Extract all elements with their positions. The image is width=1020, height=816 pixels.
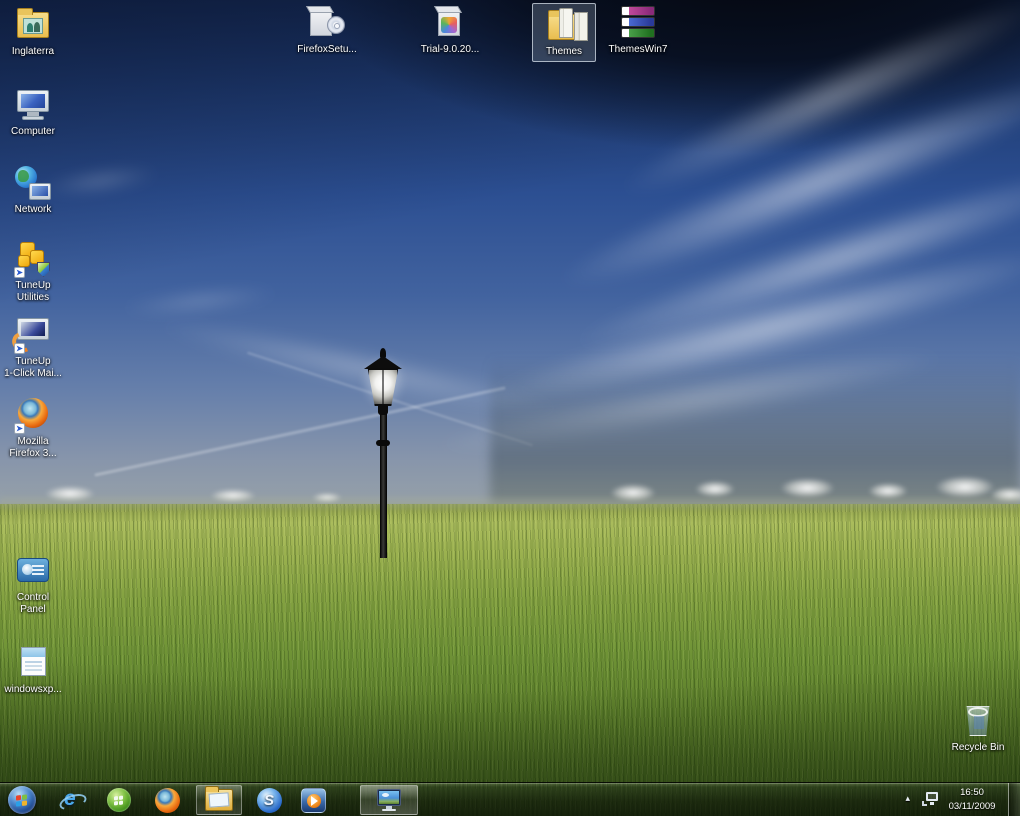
taskbar-button-media-center[interactable] (102, 785, 136, 815)
desktop-icon-label: windowsxp... (0, 684, 68, 696)
windows-media-player-icon (301, 788, 326, 813)
desktop-icon-label: Recycle Bin (938, 742, 1018, 754)
recycle-bin-icon (959, 702, 997, 740)
taskbar-button-media-player[interactable] (296, 785, 330, 815)
taskbar-button-firefox[interactable] (150, 785, 184, 815)
folder-themes-icon (545, 6, 583, 44)
explorer-folder-icon (205, 789, 233, 811)
desktop-icon-label: ThemesWin7 (598, 44, 678, 56)
desktop-icon-label: Computer (0, 126, 68, 138)
desktop-icon-control-panel[interactable]: Control Panel (0, 552, 68, 615)
taskbar-clock[interactable]: 16:50 03/11/2009 (938, 786, 1006, 814)
show-desktop-button[interactable] (1008, 783, 1020, 816)
shortcut-arrow-icon: ➤ (14, 267, 25, 278)
desktop-icon-label: Inglaterra (0, 46, 68, 58)
desktop-icon-label: FirefoxSetu... (287, 44, 367, 56)
taskbar-button-display-properties[interactable] (360, 785, 418, 815)
tuneup-monitor-icon: ➤ (14, 316, 52, 354)
taskbar-button-windows-explorer[interactable] (196, 785, 242, 815)
winrar-archive-icon (619, 4, 657, 42)
desktop-icon-firefox-setup[interactable]: FirefoxSetu... (287, 4, 367, 56)
desktop-icon-recycle-bin[interactable]: Recycle Bin (938, 702, 1018, 754)
network-tray-icon[interactable] (922, 791, 938, 807)
lamp-collar (376, 440, 390, 446)
media-center-icon (107, 788, 131, 812)
desktop-icon-label: TuneUp Utilities (0, 280, 68, 303)
desktop-icon-trial-installer[interactable]: Trial-9.0.20... (410, 4, 490, 56)
lamp-neck (378, 405, 388, 415)
network-globe-icon (14, 164, 52, 202)
windows-start-orb-icon (8, 786, 36, 814)
lamp-pole (380, 412, 387, 558)
shortcut-arrow-icon: ➤ (14, 343, 25, 354)
computer-icon (14, 86, 52, 124)
firefox-icon: ➤ (14, 396, 52, 434)
installer-box-icon (431, 4, 469, 42)
wallpaper-sky (0, 0, 1020, 510)
desktop-icon-tuneup-1click[interactable]: ➤ TuneUp 1-Click Mai... (0, 316, 68, 379)
desktop-icon-computer[interactable]: Computer (0, 86, 68, 138)
shortcut-arrow-icon: ➤ (14, 423, 25, 434)
desktop-icon-label: Control Panel (0, 592, 68, 615)
folder-shared-icon (14, 6, 52, 44)
firefox-icon (155, 788, 180, 813)
taskbar-button-internet-explorer[interactable]: e (54, 785, 88, 815)
display-window-icon (376, 788, 402, 812)
desktop-icon-label: Themes (533, 46, 595, 58)
taskbar-button-safari[interactable]: S (252, 785, 286, 815)
desktop-icon-windowsxp-file[interactable]: windowsxp... (0, 644, 68, 696)
contrail (94, 386, 505, 476)
desktop-icon-network[interactable]: Network (0, 164, 68, 216)
desktop-icon-label: TuneUp 1-Click Mai... (0, 356, 68, 379)
desktop-icon-label: Network (0, 204, 68, 216)
start-button[interactable] (6, 785, 38, 815)
desktop-icon-label: Mozilla Firefox 3... (0, 436, 68, 459)
installer-cd-icon (308, 4, 346, 42)
safari-icon: S (257, 788, 282, 813)
document-icon (14, 644, 52, 682)
desktop[interactable]: Inglaterra Computer Network ➤ TuneUp Uti… (0, 0, 1020, 816)
wallpaper-field (0, 504, 1020, 816)
desktop-icon-mozilla-firefox[interactable]: ➤ Mozilla Firefox 3... (0, 396, 68, 459)
desktop-icon-inglaterra[interactable]: Inglaterra (0, 6, 68, 58)
desktop-icon-tuneup-utilities[interactable]: ➤ TuneUp Utilities (0, 240, 68, 303)
tuneup-puzzle-icon: ➤ (14, 240, 52, 278)
desktop-icon-label: Trial-9.0.20... (410, 44, 490, 56)
control-panel-icon (14, 552, 52, 590)
lamp-cap (364, 356, 402, 369)
desktop-icon-themes[interactable]: Themes (532, 3, 596, 62)
internet-explorer-icon: e (59, 788, 83, 812)
taskbar: e S ▴ 16:50 (0, 782, 1020, 816)
desktop-icon-themeswin7[interactable]: ThemesWin7 (598, 4, 678, 56)
clock-date: 03/11/2009 (938, 800, 1006, 814)
clock-time: 16:50 (938, 786, 1006, 800)
show-hidden-icons-button[interactable]: ▴ (905, 793, 910, 804)
horizon-band (0, 494, 1020, 510)
lamp-post (353, 348, 413, 560)
cloud-streak (119, 282, 280, 321)
